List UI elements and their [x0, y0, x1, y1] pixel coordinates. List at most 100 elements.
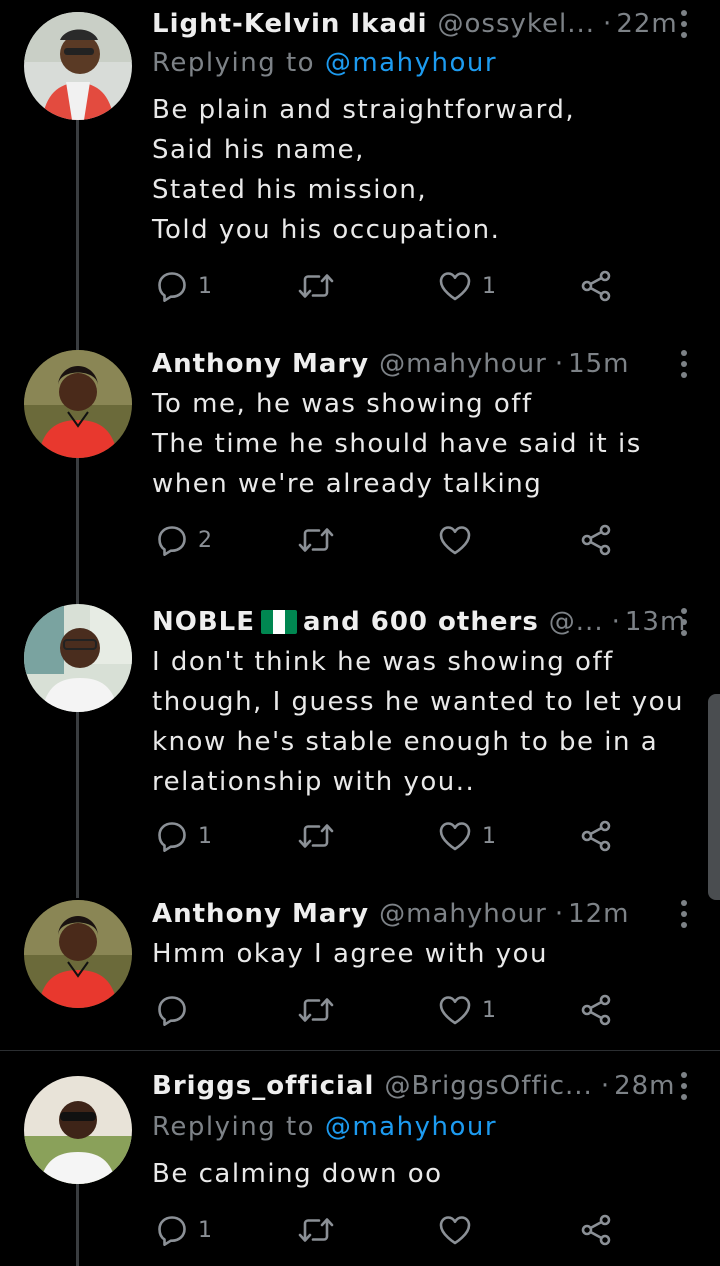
retweet-button[interactable] [298, 816, 344, 856]
like-button[interactable] [438, 1210, 482, 1250]
reply-count: 1 [198, 1217, 212, 1243]
author-handle[interactable]: @mahyhour [379, 899, 547, 929]
tweet-text: To me, he was showing off The time he sh… [152, 389, 642, 499]
reply-icon [156, 270, 188, 302]
author-name-suffix[interactable]: and 600 others [303, 607, 539, 637]
retweet-icon [298, 524, 334, 556]
tweet-header: Light-Kelvin Ikadi @ossykel... · 22m [152, 4, 692, 44]
more-icon[interactable] [680, 900, 688, 928]
more-icon[interactable] [680, 10, 688, 38]
tweet[interactable]: NOBLE and 600 others @... · 13m I don't … [0, 590, 720, 890]
mention-link[interactable]: @mahyhour [325, 48, 497, 78]
scrollbar[interactable] [708, 694, 720, 900]
share-icon [580, 820, 612, 852]
tweet-header: NOBLE and 600 others @... · 13m [152, 602, 692, 642]
tweet[interactable]: Light-Kelvin Ikadi @ossykel... · 22m Rep… [0, 0, 720, 330]
like-button[interactable]: 1 [438, 816, 496, 856]
author-name[interactable]: Anthony Mary [152, 899, 369, 929]
nigeria-flag-icon [261, 610, 298, 634]
reply-count: 1 [198, 273, 212, 299]
reply-button[interactable] [156, 990, 198, 1030]
share-button[interactable] [580, 990, 612, 1030]
avatar[interactable] [24, 12, 132, 120]
reply-icon [156, 1214, 188, 1246]
action-bar: 1 [152, 1210, 622, 1250]
avatar[interactable] [24, 350, 132, 458]
timestamp[interactable]: 22m [616, 9, 677, 39]
divider [0, 1050, 720, 1051]
tweet[interactable]: Anthony Mary @mahyhour · 12m Hmm okay I … [0, 890, 720, 1050]
timestamp[interactable]: 12m [568, 899, 629, 929]
like-icon [438, 1214, 472, 1246]
replying-prefix: Replying to [152, 1112, 316, 1142]
reply-button[interactable]: 1 [156, 1210, 212, 1250]
reply-button[interactable]: 1 [156, 816, 212, 856]
reply-count: 2 [198, 527, 212, 553]
reply-icon [156, 524, 188, 556]
timestamp[interactable]: 28m [614, 1071, 675, 1101]
more-icon[interactable] [680, 1072, 688, 1100]
author-handle[interactable]: @ossykel... [438, 9, 596, 39]
tweet-header: Briggs_official @BriggsOffic... · 28m [152, 1066, 692, 1106]
action-bar: 1 1 [152, 816, 622, 856]
author-name[interactable]: NOBLE [152, 607, 255, 637]
like-button[interactable]: 1 [438, 266, 496, 306]
avatar[interactable] [24, 604, 132, 712]
share-icon [580, 994, 612, 1026]
action-bar: 1 [152, 990, 622, 1030]
share-icon [580, 1214, 612, 1246]
reply-button[interactable]: 1 [156, 266, 212, 306]
retweet-icon [298, 270, 334, 302]
author-handle[interactable]: @BriggsOffic... [384, 1071, 592, 1101]
tweet-text: Be calming down oo [152, 1159, 443, 1189]
retweet-icon [298, 1214, 334, 1246]
share-icon [580, 270, 612, 302]
more-icon[interactable] [680, 608, 688, 636]
author-name[interactable]: Briggs_official [152, 1071, 374, 1101]
avatar[interactable] [24, 1076, 132, 1184]
avatar[interactable] [24, 900, 132, 1008]
tweet-header: Anthony Mary @mahyhour · 12m [152, 894, 692, 934]
tweet-text: Be plain and straightforward, Said his n… [152, 95, 576, 245]
retweet-button[interactable] [298, 1210, 344, 1250]
separator-dot: · [600, 1071, 611, 1101]
like-button[interactable]: 1 [438, 990, 496, 1030]
share-button[interactable] [580, 816, 612, 856]
replying-prefix: Replying to [152, 48, 316, 78]
author-name[interactable]: Anthony Mary [152, 349, 369, 379]
tweet[interactable]: Anthony Mary @mahyhour · 15m To me, he w… [0, 330, 720, 590]
share-button[interactable] [580, 266, 612, 306]
retweet-button[interactable] [298, 266, 344, 306]
like-button[interactable] [438, 520, 482, 560]
retweet-button[interactable] [298, 990, 344, 1030]
share-button[interactable] [580, 520, 612, 560]
tweet-text: I don't think he was showing off though,… [152, 647, 685, 797]
retweet-icon [298, 994, 334, 1026]
timestamp[interactable]: 15m [568, 349, 629, 379]
author-name[interactable]: Light-Kelvin Ikadi [152, 9, 428, 39]
separator-dot: · [603, 9, 613, 39]
like-count: 1 [482, 273, 496, 299]
tweet[interactable]: Briggs_official @BriggsOffic... · 28m Re… [0, 1062, 720, 1266]
like-count: 1 [482, 997, 496, 1023]
reply-icon [156, 820, 188, 852]
mention-link[interactable]: @mahyhour [325, 1112, 497, 1142]
reply-button[interactable]: 2 [156, 520, 212, 560]
like-icon [438, 994, 472, 1026]
action-bar: 1 1 [152, 266, 622, 306]
more-icon[interactable] [680, 350, 688, 378]
tweet-header: Anthony Mary @mahyhour · 15m [152, 344, 692, 384]
timestamp[interactable]: 13m [625, 607, 686, 637]
reply-count: 1 [198, 823, 212, 849]
retweet-button[interactable] [298, 520, 344, 560]
like-icon [438, 270, 472, 302]
replying-to: Replying to @mahyhour [152, 48, 497, 78]
author-handle[interactable]: @... [549, 607, 604, 637]
like-icon [438, 524, 472, 556]
share-icon [580, 524, 612, 556]
share-button[interactable] [580, 1210, 612, 1250]
author-handle[interactable]: @mahyhour [379, 349, 547, 379]
separator-dot: · [611, 607, 621, 637]
retweet-icon [298, 820, 334, 852]
like-icon [438, 820, 472, 852]
